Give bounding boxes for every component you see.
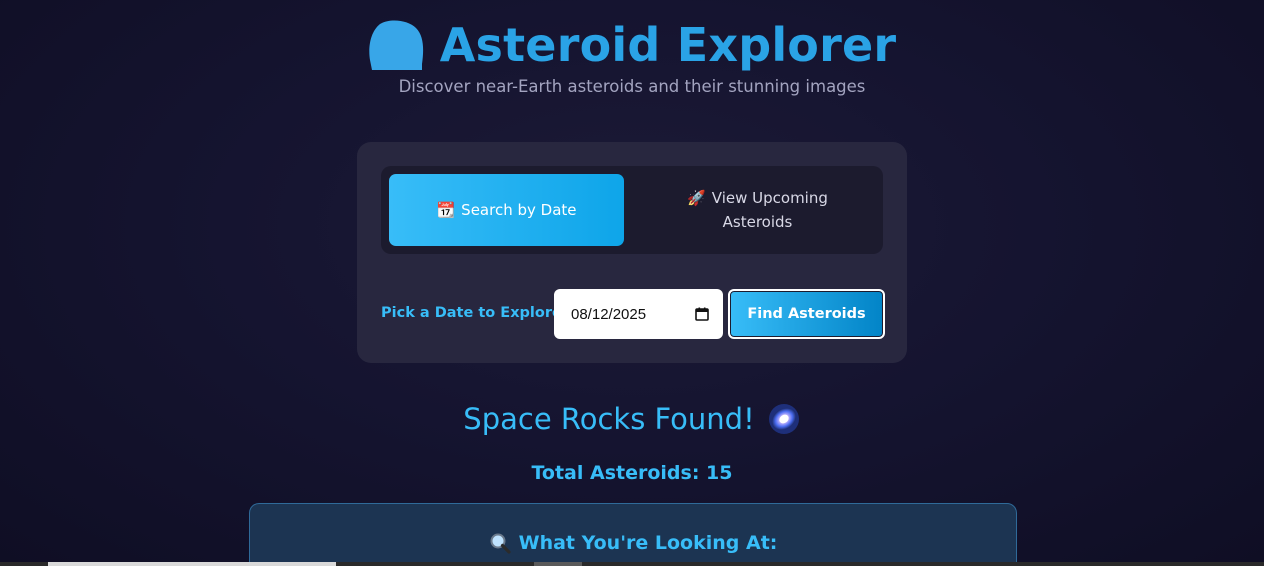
tab-label: Search by Date xyxy=(461,201,577,219)
date-row: Pick a Date to Explore: 08/12/2025 Find … xyxy=(381,289,885,339)
calendar-icon: 📆 xyxy=(436,201,456,219)
find-asteroids-button[interactable]: Find Asteroids xyxy=(728,289,885,339)
horizontal-scrollbar[interactable] xyxy=(0,562,1264,566)
date-value: 08/12/2025 xyxy=(571,305,647,323)
info-card: What You're Looking At: xyxy=(249,503,1017,566)
tab-search-by-date[interactable]: 📆 Search by Date xyxy=(389,174,624,246)
title-row: Asteroid Explorer xyxy=(0,14,1264,76)
results-title: Space Rocks Found! xyxy=(0,402,1264,436)
tab-label: View Upcoming Asteroids xyxy=(711,189,828,231)
app-title: Asteroid Explorer xyxy=(439,18,897,72)
magnifier-icon xyxy=(489,532,511,554)
scrollbar-segment xyxy=(534,562,582,566)
results-title-text: Space Rocks Found! xyxy=(463,402,755,436)
rocket-icon: 🚀 xyxy=(687,189,706,207)
total-asteroids: Total Asteroids: 15 xyxy=(531,462,733,484)
asteroid-icon xyxy=(368,20,424,70)
date-label: Pick a Date to Explore: xyxy=(381,305,568,321)
scrollbar-thumb[interactable] xyxy=(48,562,336,566)
calendar-picker-icon[interactable] xyxy=(695,307,709,321)
app-subtitle: Discover near-Earth asteroids and their … xyxy=(398,77,866,96)
galaxy-icon xyxy=(767,402,801,436)
info-title-text: What You're Looking At: xyxy=(518,532,778,554)
info-title: What You're Looking At: xyxy=(250,532,1016,554)
mode-tabs: 📆 Search by Date 🚀 View Upcoming Asteroid… xyxy=(381,166,883,254)
tab-view-upcoming[interactable]: 🚀 View Upcoming Asteroids xyxy=(640,174,875,246)
date-input[interactable]: 08/12/2025 xyxy=(554,289,723,339)
header: Asteroid Explorer Discover near-Earth as… xyxy=(0,14,1264,96)
search-panel: 📆 Search by Date 🚀 View Upcoming Asteroid… xyxy=(357,142,907,363)
